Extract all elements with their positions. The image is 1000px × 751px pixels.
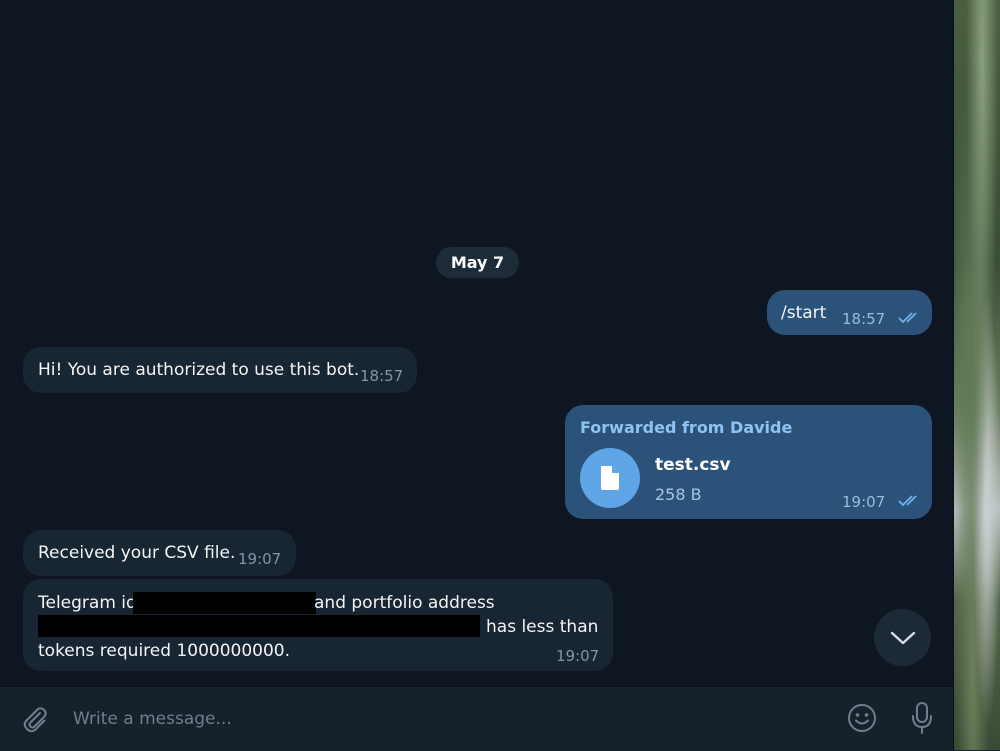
message-time: 19:07	[238, 550, 282, 568]
message-line3: tokens required 1000000000.	[38, 641, 290, 661]
message-authorized[interactable]: Hi! You are authorized to use this bot. …	[23, 347, 417, 393]
chevron-down-icon	[890, 631, 915, 644]
message-time: 19:07	[842, 493, 886, 511]
message-received-csv[interactable]: Received your CSV file. 19:07	[23, 530, 296, 576]
message-forwarded-file[interactable]: Forwarded from Davide test.csv 258 B 19:…	[565, 405, 932, 519]
smiley-icon	[848, 704, 876, 732]
message-time: 18:57	[842, 310, 886, 328]
double-check-icon	[898, 495, 917, 507]
date-separator: May 7	[436, 247, 519, 278]
message-start-command[interactable]: /start 18:57	[767, 290, 932, 335]
emoji-button[interactable]	[845, 701, 879, 735]
file-name[interactable]: test.csv	[655, 455, 731, 475]
redacted-portfolio-address	[38, 615, 480, 637]
attach-button[interactable]	[18, 702, 52, 736]
file-size: 258 B	[655, 485, 702, 504]
double-check-icon	[898, 312, 917, 324]
message-time: 18:57	[360, 367, 404, 385]
microphone-icon	[912, 702, 932, 734]
redacted-telegram-id	[133, 592, 316, 614]
message-line1-suffix: and portfolio address	[314, 593, 495, 613]
message-line2-suffix: has less than	[486, 617, 599, 637]
message-text: /start	[781, 303, 827, 323]
chat-area: May 7 /start 18:57 Hi! You are authorize…	[0, 0, 953, 686]
message-time: 19:07	[556, 647, 600, 665]
message-text: Received your CSV file.	[38, 543, 236, 563]
message-result[interactable]: Telegram id and portfolio address has le…	[23, 579, 613, 671]
message-text: Hi! You are authorized to use this bot.	[38, 360, 360, 380]
message-line1-prefix: Telegram id	[38, 593, 137, 613]
message-input[interactable]	[60, 701, 846, 737]
message-composer	[0, 686, 953, 751]
document-icon[interactable]	[580, 448, 640, 508]
scroll-down-button[interactable]	[874, 609, 931, 666]
wallpaper-edge	[953, 0, 1000, 750]
voice-record-button[interactable]	[905, 700, 939, 736]
forwarded-from-label[interactable]: Forwarded from Davide	[580, 418, 792, 437]
paperclip-icon	[23, 707, 47, 733]
